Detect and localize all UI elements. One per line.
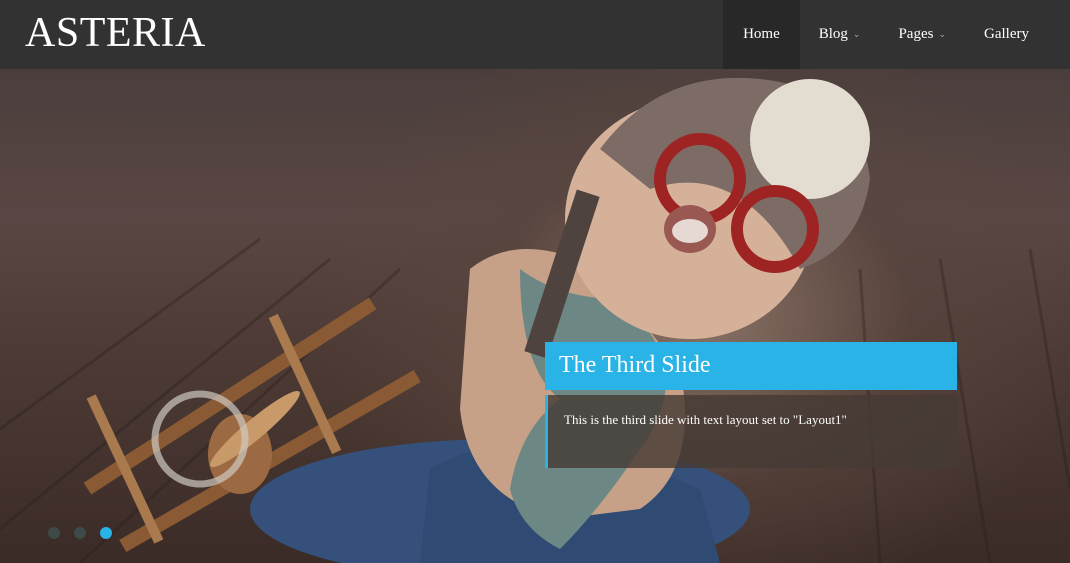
slider-dot-3[interactable] bbox=[100, 527, 112, 539]
slider-pagination bbox=[48, 527, 112, 539]
nav-item-label: Gallery bbox=[984, 26, 1029, 42]
slider-dot-1[interactable] bbox=[48, 527, 60, 539]
nav-item-label: Pages bbox=[898, 26, 934, 42]
site-header: ASTERIA Home Blog ⌄ Pages ⌄ Gallery bbox=[0, 0, 1070, 69]
main-nav: Home Blog ⌄ Pages ⌄ Gallery bbox=[723, 0, 1048, 69]
nav-item-label: Blog bbox=[818, 26, 848, 42]
nav-item-pages[interactable]: Pages ⌄ bbox=[879, 0, 965, 69]
nav-item-blog[interactable]: Blog ⌄ bbox=[800, 0, 880, 69]
site-logo[interactable]: ASTERIA bbox=[25, 8, 206, 58]
nav-item-label: Home bbox=[743, 26, 780, 42]
chevron-down-icon: ⌄ bbox=[938, 29, 947, 39]
slide-caption-body: This is the third slide with text layout… bbox=[564, 412, 847, 427]
nav-item-home[interactable]: Home bbox=[723, 0, 800, 69]
chevron-down-icon: ⌄ bbox=[852, 29, 861, 39]
slide-caption-title: The Third Slide bbox=[545, 342, 957, 390]
slide-photo bbox=[0, 77, 1070, 563]
nav-item-gallery[interactable]: Gallery bbox=[965, 0, 1048, 69]
slide-caption-text: This is the third slide with text layout… bbox=[545, 395, 958, 468]
slider-dot-2[interactable] bbox=[74, 527, 86, 539]
slide-caption-title-text: The Third Slide bbox=[559, 352, 711, 378]
hero-slider bbox=[0, 69, 1070, 563]
